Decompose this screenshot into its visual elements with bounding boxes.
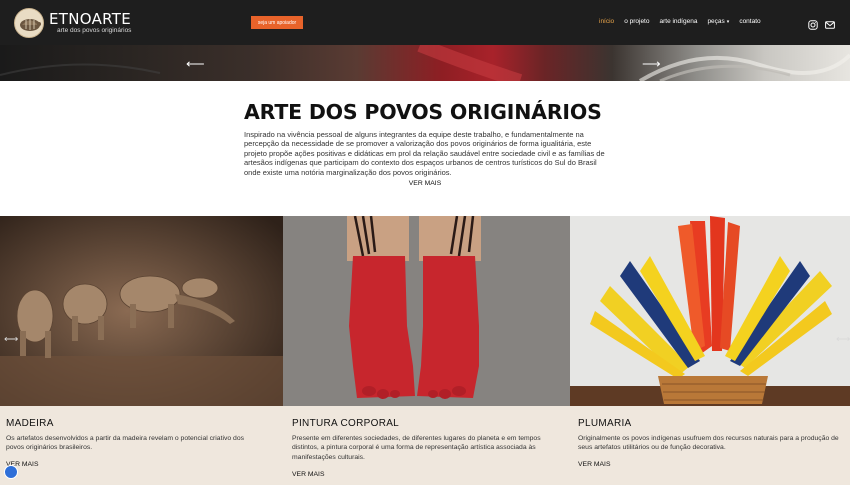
nav-item-inicio[interactable]: início [599,18,614,25]
plumaria-next-arrow-icon[interactable]: ⟷ [836,334,850,345]
accessibility-icon[interactable] [4,465,18,479]
page: ETNOARTE arte dos povos originários seja… [0,0,850,485]
card-plumaria: PLUMARIA Originalmente os povos indígena… [570,406,850,485]
card-madeira-description: Os artefatos desenvolvidos a partir da m… [6,435,245,452]
card-madeira: MADEIRA Os artefatos desenvolvidos a par… [0,406,283,485]
nav-item-pecas-label: peças [707,18,725,25]
plumaria-image[interactable] [570,216,850,406]
nav-item-arte-indigena[interactable]: arte indígena [659,18,697,25]
logo-tagline: arte dos povos originários [57,27,132,34]
logo-name: ETNOARTE [49,10,132,28]
site-header: ETNOARTE arte dos povos originários seja… [0,0,850,45]
card-pintura-corporal-more-link[interactable]: VER MAIS [292,471,324,478]
pintura-corporal-image[interactable] [283,216,570,406]
madeira-prev-arrow-icon[interactable]: ⟷ [4,334,18,345]
card-plumaria-more-link[interactable]: VER MAIS [578,461,610,468]
nav-item-contato[interactable]: contato [739,18,760,25]
chevron-down-icon: ▾ [726,19,730,25]
social-links [808,17,835,30]
card-madeira-title: MADEIRA [6,418,54,429]
hero-banner-image: ⟵ ⟶ [0,45,850,81]
logo[interactable]: ETNOARTE arte dos povos originários [14,8,131,38]
hero-next-arrow-icon[interactable]: ⟶ [642,56,661,72]
nav-item-pecas[interactable]: peças ▾ [707,18,729,25]
page-title: ARTE DOS POVOS ORIGINÁRIOS [244,100,602,124]
logo-armadillo-icon [14,8,44,38]
intro-section: ARTE DOS POVOS ORIGINÁRIOS Inspirado na … [244,100,614,187]
card-plumaria-title: PLUMARIA [578,418,632,429]
card-pintura-corporal-description: Presente em diferentes sociedades, de di… [292,435,541,461]
supporter-button[interactable]: seja um apoiador [251,16,303,29]
intro-more-link[interactable]: VER MAIS [236,180,614,187]
intro-text: Inspirado na vivência pessoal de alguns … [244,130,605,177]
instagram-icon[interactable] [808,17,818,30]
card-pintura-corporal-title: PINTURA CORPORAL [292,418,400,429]
hero-texture [0,45,850,81]
hero-prev-arrow-icon[interactable]: ⟵ [186,56,205,72]
nav-item-o-projeto[interactable]: o projeto [624,18,649,25]
card-plumaria-description: Originalmente os povos indígenas usufrue… [578,435,839,452]
card-pintura-corporal: PINTURA CORPORAL Presente em diferentes … [283,406,570,485]
madeira-image[interactable] [0,216,283,406]
mail-icon[interactable] [825,17,835,29]
main-nav: início o projeto arte indígena peças ▾ co… [599,18,771,25]
